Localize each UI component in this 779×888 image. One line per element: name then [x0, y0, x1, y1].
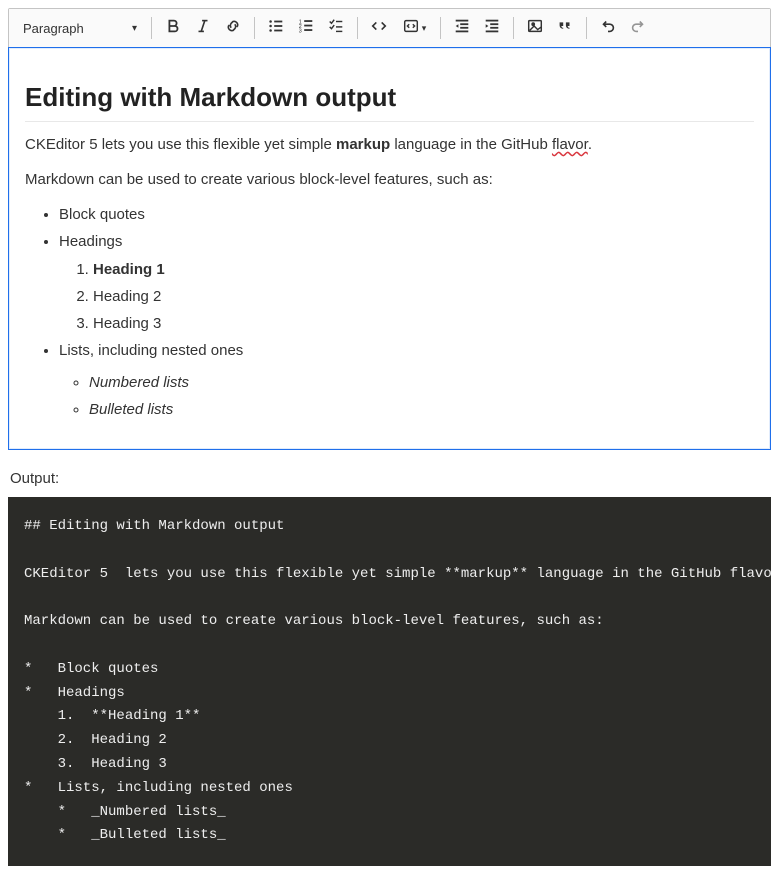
- code-icon: [370, 17, 388, 39]
- bold-text: markup: [336, 136, 390, 153]
- list-item: Bulleted lists: [89, 398, 754, 421]
- spellcheck-error: flavor: [552, 136, 588, 153]
- bulleted-list-button[interactable]: [261, 13, 291, 43]
- codeblock-dropdown-button[interactable]: ▾: [394, 13, 434, 43]
- indent-icon: [483, 17, 501, 39]
- svg-text:3: 3: [299, 28, 302, 34]
- numbered-list: Heading 1 Heading 2 Heading 3: [59, 258, 754, 336]
- chevron-down-icon: ▾: [132, 23, 137, 34]
- toolbar-separator: [357, 17, 358, 39]
- list-item: Headings Heading 1 Heading 2 Heading 3: [59, 230, 754, 335]
- blockquote-icon: [556, 17, 574, 39]
- bulleted-list: Numbered lists Bulleted lists: [59, 371, 754, 422]
- list-item: Heading 1: [93, 258, 754, 281]
- heading-dropdown[interactable]: Paragraph ▾: [15, 14, 145, 42]
- list-item: Heading 3: [93, 312, 754, 335]
- text: Headings: [59, 233, 122, 250]
- numbered-list-icon: 123: [297, 17, 315, 39]
- heading-dropdown-label: Paragraph: [23, 21, 84, 36]
- editor-container: Paragraph ▾ 123 ▾: [8, 8, 771, 450]
- redo-button[interactable]: [623, 13, 653, 43]
- list-item: Numbered lists: [89, 371, 754, 394]
- italic-text: Numbered lists: [89, 374, 189, 391]
- undo-button[interactable]: [593, 13, 623, 43]
- toolbar-separator: [513, 17, 514, 39]
- bold-icon: [164, 17, 182, 39]
- indent-button[interactable]: [477, 13, 507, 43]
- toolbar-separator: [254, 17, 255, 39]
- bold-button[interactable]: [158, 13, 188, 43]
- paragraph: Markdown can be used to create various b…: [25, 169, 754, 192]
- bulleted-list-icon: [267, 17, 285, 39]
- text: CKEditor 5 lets you use this flexible ye…: [25, 136, 336, 153]
- paragraph: CKEditor 5 lets you use this flexible ye…: [25, 134, 754, 157]
- undo-icon: [599, 17, 617, 39]
- list-item: Lists, including nested ones Numbered li…: [59, 339, 754, 421]
- italic-icon: [194, 17, 212, 39]
- editor-content-area[interactable]: Editing with Markdown output CKEditor 5 …: [8, 47, 771, 450]
- codeblock-icon: [402, 17, 420, 39]
- toolbar-separator: [586, 17, 587, 39]
- output-markdown: ## Editing with Markdown output CKEditor…: [8, 497, 771, 866]
- bold-text: Heading 1: [93, 261, 165, 278]
- toolbar: Paragraph ▾ 123 ▾: [9, 9, 770, 48]
- link-button[interactable]: [218, 13, 248, 43]
- image-button[interactable]: [520, 13, 550, 43]
- redo-icon: [629, 17, 647, 39]
- todo-list-button[interactable]: [321, 13, 351, 43]
- numbered-list-button[interactable]: 123: [291, 13, 321, 43]
- todo-list-icon: [327, 17, 345, 39]
- toolbar-separator: [151, 17, 152, 39]
- code-button[interactable]: [364, 13, 394, 43]
- link-icon: [224, 17, 242, 39]
- toolbar-separator: [440, 17, 441, 39]
- image-icon: [526, 17, 544, 39]
- list-item: Heading 2: [93, 285, 754, 308]
- chevron-down-icon: ▾: [422, 23, 427, 34]
- italic-text: Bulleted lists: [89, 401, 173, 418]
- blockquote-button[interactable]: [550, 13, 580, 43]
- text: .: [588, 136, 592, 153]
- text: Lists, including nested ones: [59, 342, 243, 359]
- italic-button[interactable]: [188, 13, 218, 43]
- outdent-icon: [453, 17, 471, 39]
- output-label: Output:: [10, 470, 771, 487]
- list-item: Block quotes: [59, 203, 754, 226]
- text: language in the GitHub: [390, 136, 552, 153]
- outdent-button[interactable]: [447, 13, 477, 43]
- bulleted-list: Block quotes Headings Heading 1 Heading …: [25, 203, 754, 421]
- heading-2: Editing with Markdown output: [25, 82, 754, 122]
